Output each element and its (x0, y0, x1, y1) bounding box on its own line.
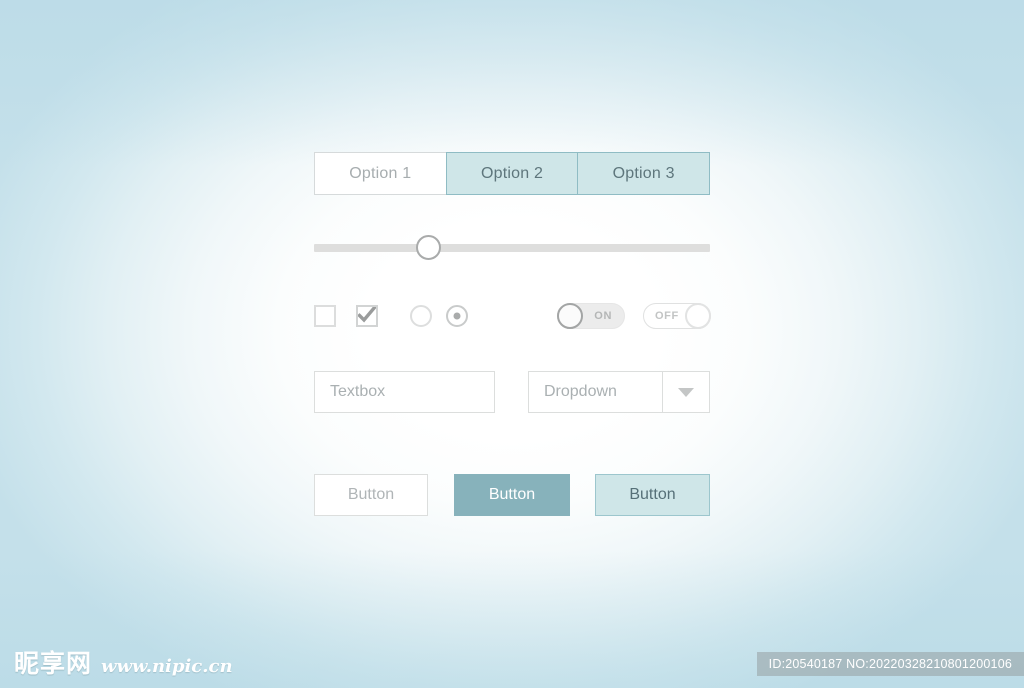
buttons-row: Button Button Button (314, 474, 710, 516)
radio-unchecked[interactable] (410, 305, 432, 327)
slider-handle[interactable] (416, 235, 442, 260)
checkmark-icon (358, 307, 376, 323)
radio-dot (453, 312, 461, 320)
toggle-switch-off[interactable]: OFF (643, 303, 711, 329)
checkbox-unchecked[interactable] (314, 305, 336, 327)
segment-option-2[interactable]: Option 2 (445, 152, 578, 195)
dropdown-select[interactable]: Dropdown (528, 371, 710, 413)
segment-option-3[interactable]: Option 3 (577, 152, 711, 195)
segmented-control[interactable]: Option 1 Option 2 Option 3 (314, 152, 711, 195)
toggle-switch-on[interactable]: ON (557, 303, 625, 329)
toggle-off-label: OFF (655, 310, 679, 322)
slider-track[interactable] (314, 244, 710, 252)
chevron-down-icon (678, 387, 694, 397)
button-soft[interactable]: Button (595, 474, 710, 516)
segment-option-1[interactable]: Option 1 (314, 152, 446, 195)
controls-row: ON OFF (314, 303, 711, 331)
button-outline[interactable]: Button (314, 474, 428, 516)
inputs-row: Textbox Dropdown (314, 371, 710, 413)
ui-kit-container: Option 1 Option 2 Option 3 ON OFF Textbo… (314, 152, 711, 516)
radio-selected[interactable] (446, 305, 468, 327)
toggle-knob (685, 303, 711, 329)
image-id-bar: ID:20540187 NO:20220328210801200106 (756, 652, 1024, 676)
toggle-on-label: ON (594, 310, 612, 322)
checkbox-checked[interactable] (356, 305, 378, 327)
slider[interactable] (314, 235, 710, 261)
button-primary[interactable]: Button (454, 474, 570, 516)
dropdown-arrow-button[interactable] (662, 371, 710, 413)
toggle-knob (557, 303, 583, 329)
dropdown-value[interactable]: Dropdown (528, 371, 662, 413)
textbox-input[interactable]: Textbox (314, 371, 495, 413)
